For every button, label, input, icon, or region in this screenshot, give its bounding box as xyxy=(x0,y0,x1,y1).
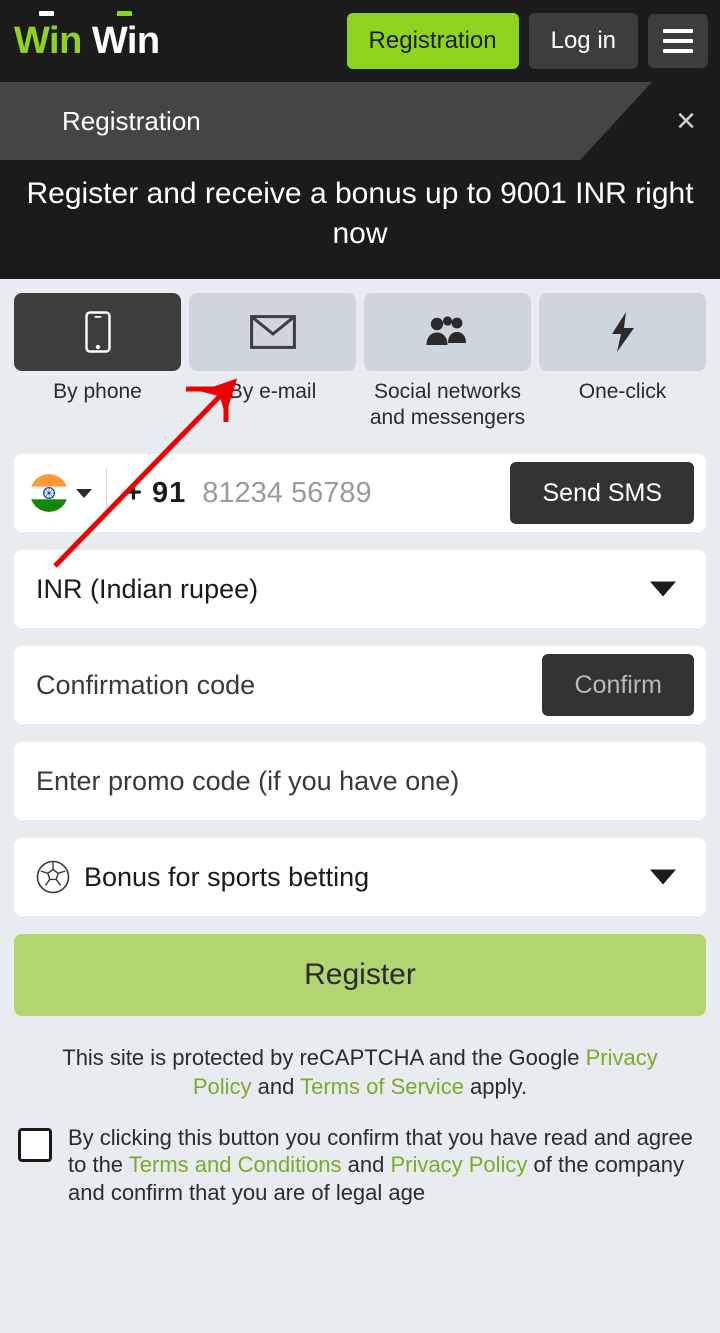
logo-word-white: Win xyxy=(91,11,160,62)
promo-code-row xyxy=(14,742,706,821)
recaptcha-suffix: apply. xyxy=(463,1074,528,1099)
phone-divider xyxy=(106,469,107,518)
modal-header: Registration × xyxy=(0,82,720,160)
registration-form: + 91 Send SMS INR (Indian rupee) Confirm xyxy=(0,430,720,917)
lightning-bolt-icon xyxy=(611,312,634,353)
tab-social-networks-label: Social networks and messengers xyxy=(369,380,526,429)
people-group-icon xyxy=(426,316,466,346)
menu-bar-1 xyxy=(663,29,693,33)
register-submit-button[interactable]: Register xyxy=(14,934,706,1017)
india-flag-icon xyxy=(30,474,68,513)
country-selector[interactable] xyxy=(30,474,92,513)
registration-method-tabs: By phone By e-mail Social networks and m… xyxy=(0,279,720,431)
registration-button[interactable]: Registration xyxy=(346,13,519,69)
tab-by-email[interactable]: By e-mail xyxy=(189,293,356,430)
tab-one-click-label: One-click xyxy=(578,380,667,404)
tab-social-networks[interactable]: Social networks and messengers xyxy=(364,293,531,430)
chevron-down-icon xyxy=(76,488,92,498)
modal-title: Registration xyxy=(62,106,201,136)
bonus-left-group: Bonus for sports betting xyxy=(36,860,369,894)
currency-value: INR (Indian rupee) xyxy=(36,573,259,604)
tab-by-phone[interactable]: By phone xyxy=(14,293,181,430)
logo-text-1: Win xyxy=(14,20,82,62)
logo-accent-bar xyxy=(116,11,132,16)
tab-by-phone-label: By phone xyxy=(53,380,142,404)
logo-word-green: Win xyxy=(14,11,82,62)
menu-bar-3 xyxy=(663,49,693,53)
login-button[interactable]: Log in xyxy=(528,13,638,69)
header-actions: Registration Log in xyxy=(346,13,708,69)
confirmation-code-row: Confirm xyxy=(14,646,706,725)
terms-and-conditions-link[interactable]: Terms and Conditions xyxy=(129,1152,342,1177)
tab-one-click-tile xyxy=(539,293,706,372)
terms-text: By clicking this button you confirm that… xyxy=(68,1124,702,1207)
soccer-ball-icon xyxy=(36,861,70,894)
currency-row[interactable]: INR (Indian rupee) xyxy=(14,550,706,629)
chevron-down-icon[interactable] xyxy=(650,581,676,597)
terms-agreement: By clicking this button you confirm that… xyxy=(0,1102,720,1207)
google-terms-of-service-link[interactable]: Terms of Service xyxy=(300,1074,464,1099)
bonus-value: Bonus for sports betting xyxy=(84,861,370,892)
menu-bar-2 xyxy=(663,39,693,43)
site-logo[interactable]: Win Win xyxy=(14,11,160,62)
bonus-row[interactable]: Bonus for sports betting xyxy=(14,838,706,917)
phone-row: + 91 Send SMS xyxy=(14,454,706,533)
tab-by-email-tile xyxy=(189,293,356,372)
logo-accent-bar xyxy=(39,11,54,16)
logo-text-2: Win xyxy=(91,20,160,62)
recaptcha-prefix: This site is protected by reCAPTCHA and … xyxy=(62,1045,586,1071)
smartphone-icon xyxy=(84,311,111,353)
recaptcha-notice: This site is protected by reCAPTCHA and … xyxy=(0,1016,720,1101)
tab-social-networks-tile xyxy=(364,293,531,372)
recaptcha-and: and xyxy=(251,1074,301,1099)
send-sms-button[interactable]: Send SMS xyxy=(510,462,694,525)
promo-banner-text: Register and receive a bonus up to 9001 … xyxy=(0,160,720,280)
modal-title-tab: Registration xyxy=(0,82,652,160)
promo-code-input[interactable] xyxy=(36,765,706,797)
tab-one-click[interactable]: One-click xyxy=(539,293,706,430)
country-code: + 91 xyxy=(125,476,187,509)
envelope-icon xyxy=(249,315,296,350)
terms-part-2: and xyxy=(341,1152,391,1178)
hamburger-menu-icon[interactable] xyxy=(648,14,708,68)
confirm-button[interactable]: Confirm xyxy=(542,654,694,717)
chevron-down-icon[interactable] xyxy=(650,869,676,885)
top-navigation-bar: Win Win Registration Log in xyxy=(0,0,720,82)
close-icon[interactable]: × xyxy=(676,104,696,138)
tab-by-email-label: By e-mail xyxy=(228,380,317,404)
company-privacy-policy-link[interactable]: Privacy Policy xyxy=(390,1152,527,1177)
terms-checkbox[interactable] xyxy=(18,1127,52,1162)
tab-by-phone-tile xyxy=(14,293,181,372)
